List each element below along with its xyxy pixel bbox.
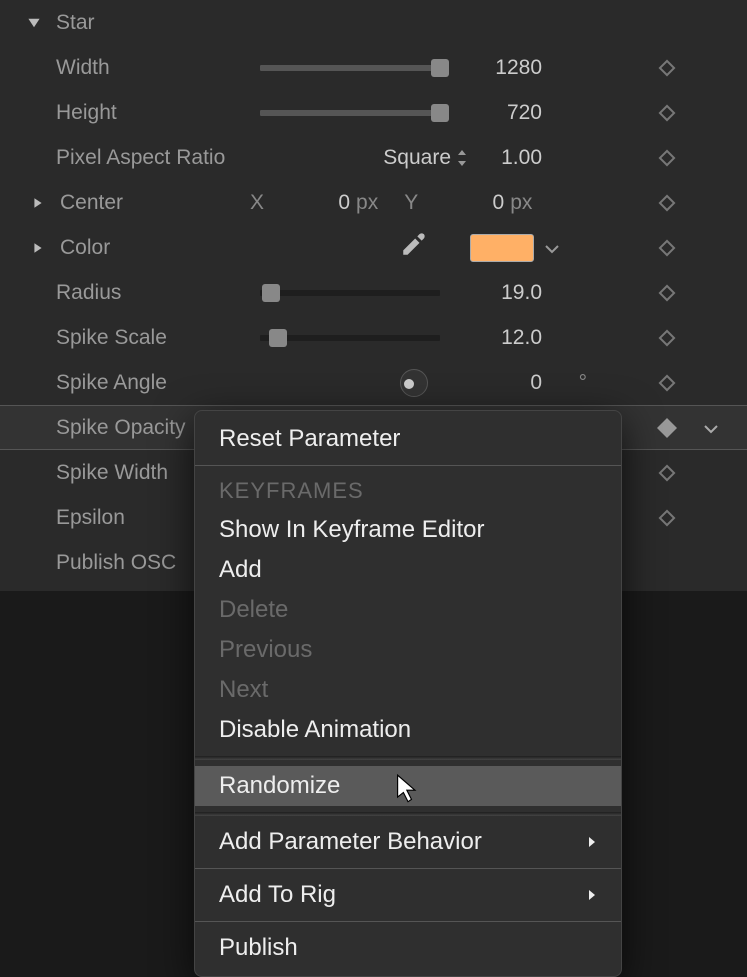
menu-label: Randomize bbox=[219, 772, 340, 800]
center-y-label: Y bbox=[404, 191, 418, 215]
par-preset-value: Square bbox=[383, 146, 451, 170]
menu-section-header: KEYFRAMES bbox=[195, 472, 621, 510]
menu-label: Add bbox=[219, 556, 262, 584]
radius-value[interactable]: 19.0 bbox=[501, 281, 542, 305]
angle-dial[interactable] bbox=[400, 369, 428, 397]
param-label: Radius bbox=[56, 281, 256, 305]
param-row-spike-angle: Spike Angle 0 ° bbox=[0, 360, 747, 405]
center-y-unit: px bbox=[510, 191, 532, 215]
menu-item-add-to-rig[interactable]: Add To Rig bbox=[195, 875, 621, 915]
keyframe-toggle[interactable] bbox=[655, 512, 679, 524]
disclosure-triangle-icon[interactable] bbox=[30, 242, 46, 254]
menu-separator bbox=[195, 921, 621, 922]
menu-label: Publish bbox=[219, 934, 298, 962]
menu-label: Add To Rig bbox=[219, 881, 336, 909]
center-y-value[interactable]: 0 bbox=[424, 191, 504, 215]
keyframe-toggle[interactable] bbox=[655, 332, 679, 344]
menu-item-show-in-keyframe-editor[interactable]: Show In Keyframe Editor bbox=[195, 510, 621, 550]
param-row-color: Color bbox=[0, 225, 747, 270]
keyframe-toggle[interactable] bbox=[655, 242, 679, 254]
center-x-value[interactable]: 0 bbox=[270, 191, 350, 215]
center-x-label: X bbox=[250, 191, 264, 215]
menu-item-reset-parameter[interactable]: Reset Parameter bbox=[195, 419, 621, 459]
param-row-width: Width 1280 bbox=[0, 45, 747, 90]
param-row-radius: Radius 19.0 bbox=[0, 270, 747, 315]
chevron-down-icon[interactable] bbox=[703, 416, 719, 440]
eyedropper-icon[interactable] bbox=[400, 232, 426, 264]
param-label: Pixel Aspect Ratio bbox=[56, 146, 256, 170]
menu-separator bbox=[195, 812, 621, 816]
keyframe-toggle[interactable] bbox=[655, 421, 679, 435]
keyframe-toggle[interactable] bbox=[655, 62, 679, 74]
param-label: Height bbox=[56, 101, 256, 125]
menu-item-randomize[interactable]: Randomize bbox=[195, 766, 621, 806]
keyframe-toggle[interactable] bbox=[655, 152, 679, 164]
menu-label: Disable Animation bbox=[219, 716, 411, 744]
center-x-unit: px bbox=[356, 191, 378, 215]
spike-scale-value[interactable]: 12.0 bbox=[501, 326, 542, 350]
submenu-arrow-icon bbox=[587, 881, 597, 909]
spike-angle-value[interactable]: 0 bbox=[530, 371, 542, 395]
popup-arrows-icon bbox=[457, 150, 467, 166]
menu-separator bbox=[195, 465, 621, 466]
par-popup[interactable]: Square bbox=[383, 146, 467, 170]
animation-context-menu: Reset Parameter KEYFRAMES Show In Keyfra… bbox=[194, 410, 622, 977]
keyframe-toggle[interactable] bbox=[655, 107, 679, 119]
menu-separator bbox=[195, 756, 621, 760]
menu-separator bbox=[195, 868, 621, 869]
disclosure-triangle-icon[interactable] bbox=[30, 197, 46, 209]
param-label: Spike Angle bbox=[56, 371, 256, 395]
width-slider[interactable] bbox=[260, 65, 440, 71]
menu-item-add-keyframe[interactable]: Add bbox=[195, 550, 621, 590]
keyframe-toggle[interactable] bbox=[655, 197, 679, 209]
menu-item-publish[interactable]: Publish bbox=[195, 928, 621, 968]
param-row-spike-scale: Spike Scale 12.0 bbox=[0, 315, 747, 360]
width-value[interactable]: 1280 bbox=[495, 56, 542, 80]
spike-angle-unit: ° bbox=[579, 371, 587, 395]
keyframe-toggle[interactable] bbox=[655, 377, 679, 389]
param-label: Center bbox=[60, 191, 234, 215]
group-header-star[interactable]: Star bbox=[0, 0, 747, 45]
menu-label: Reset Parameter bbox=[219, 425, 400, 453]
keyframe-toggle[interactable] bbox=[655, 287, 679, 299]
menu-label: Previous bbox=[219, 636, 312, 664]
height-value[interactable]: 720 bbox=[507, 101, 542, 125]
menu-label: Next bbox=[219, 676, 268, 704]
height-slider[interactable] bbox=[260, 110, 440, 116]
menu-item-delete-keyframe: Delete bbox=[195, 590, 621, 630]
color-swatch[interactable] bbox=[470, 234, 534, 262]
menu-label: Show In Keyframe Editor bbox=[219, 516, 484, 544]
menu-item-disable-animation[interactable]: Disable Animation bbox=[195, 710, 621, 750]
param-row-height: Height 720 bbox=[0, 90, 747, 135]
group-title: Star bbox=[56, 11, 95, 35]
menu-item-next-keyframe: Next bbox=[195, 670, 621, 710]
param-row-center: Center X 0 px Y 0 px bbox=[0, 180, 747, 225]
menu-label: Delete bbox=[219, 596, 288, 624]
chevron-down-icon[interactable] bbox=[544, 236, 560, 260]
submenu-arrow-icon bbox=[587, 828, 597, 856]
param-label: Color bbox=[60, 236, 234, 260]
menu-item-previous-keyframe: Previous bbox=[195, 630, 621, 670]
menu-item-add-parameter-behavior[interactable]: Add Parameter Behavior bbox=[195, 822, 621, 862]
spike-scale-slider[interactable] bbox=[260, 335, 440, 341]
disclosure-triangle-icon[interactable] bbox=[26, 16, 42, 30]
param-label: Width bbox=[56, 56, 256, 80]
menu-label: Add Parameter Behavior bbox=[219, 828, 482, 856]
par-value[interactable]: 1.00 bbox=[501, 146, 542, 170]
param-row-par: Pixel Aspect Ratio Square 1.00 bbox=[0, 135, 747, 180]
radius-slider[interactable] bbox=[260, 290, 440, 296]
param-label: Spike Scale bbox=[56, 326, 256, 350]
keyframe-toggle[interactable] bbox=[655, 467, 679, 479]
